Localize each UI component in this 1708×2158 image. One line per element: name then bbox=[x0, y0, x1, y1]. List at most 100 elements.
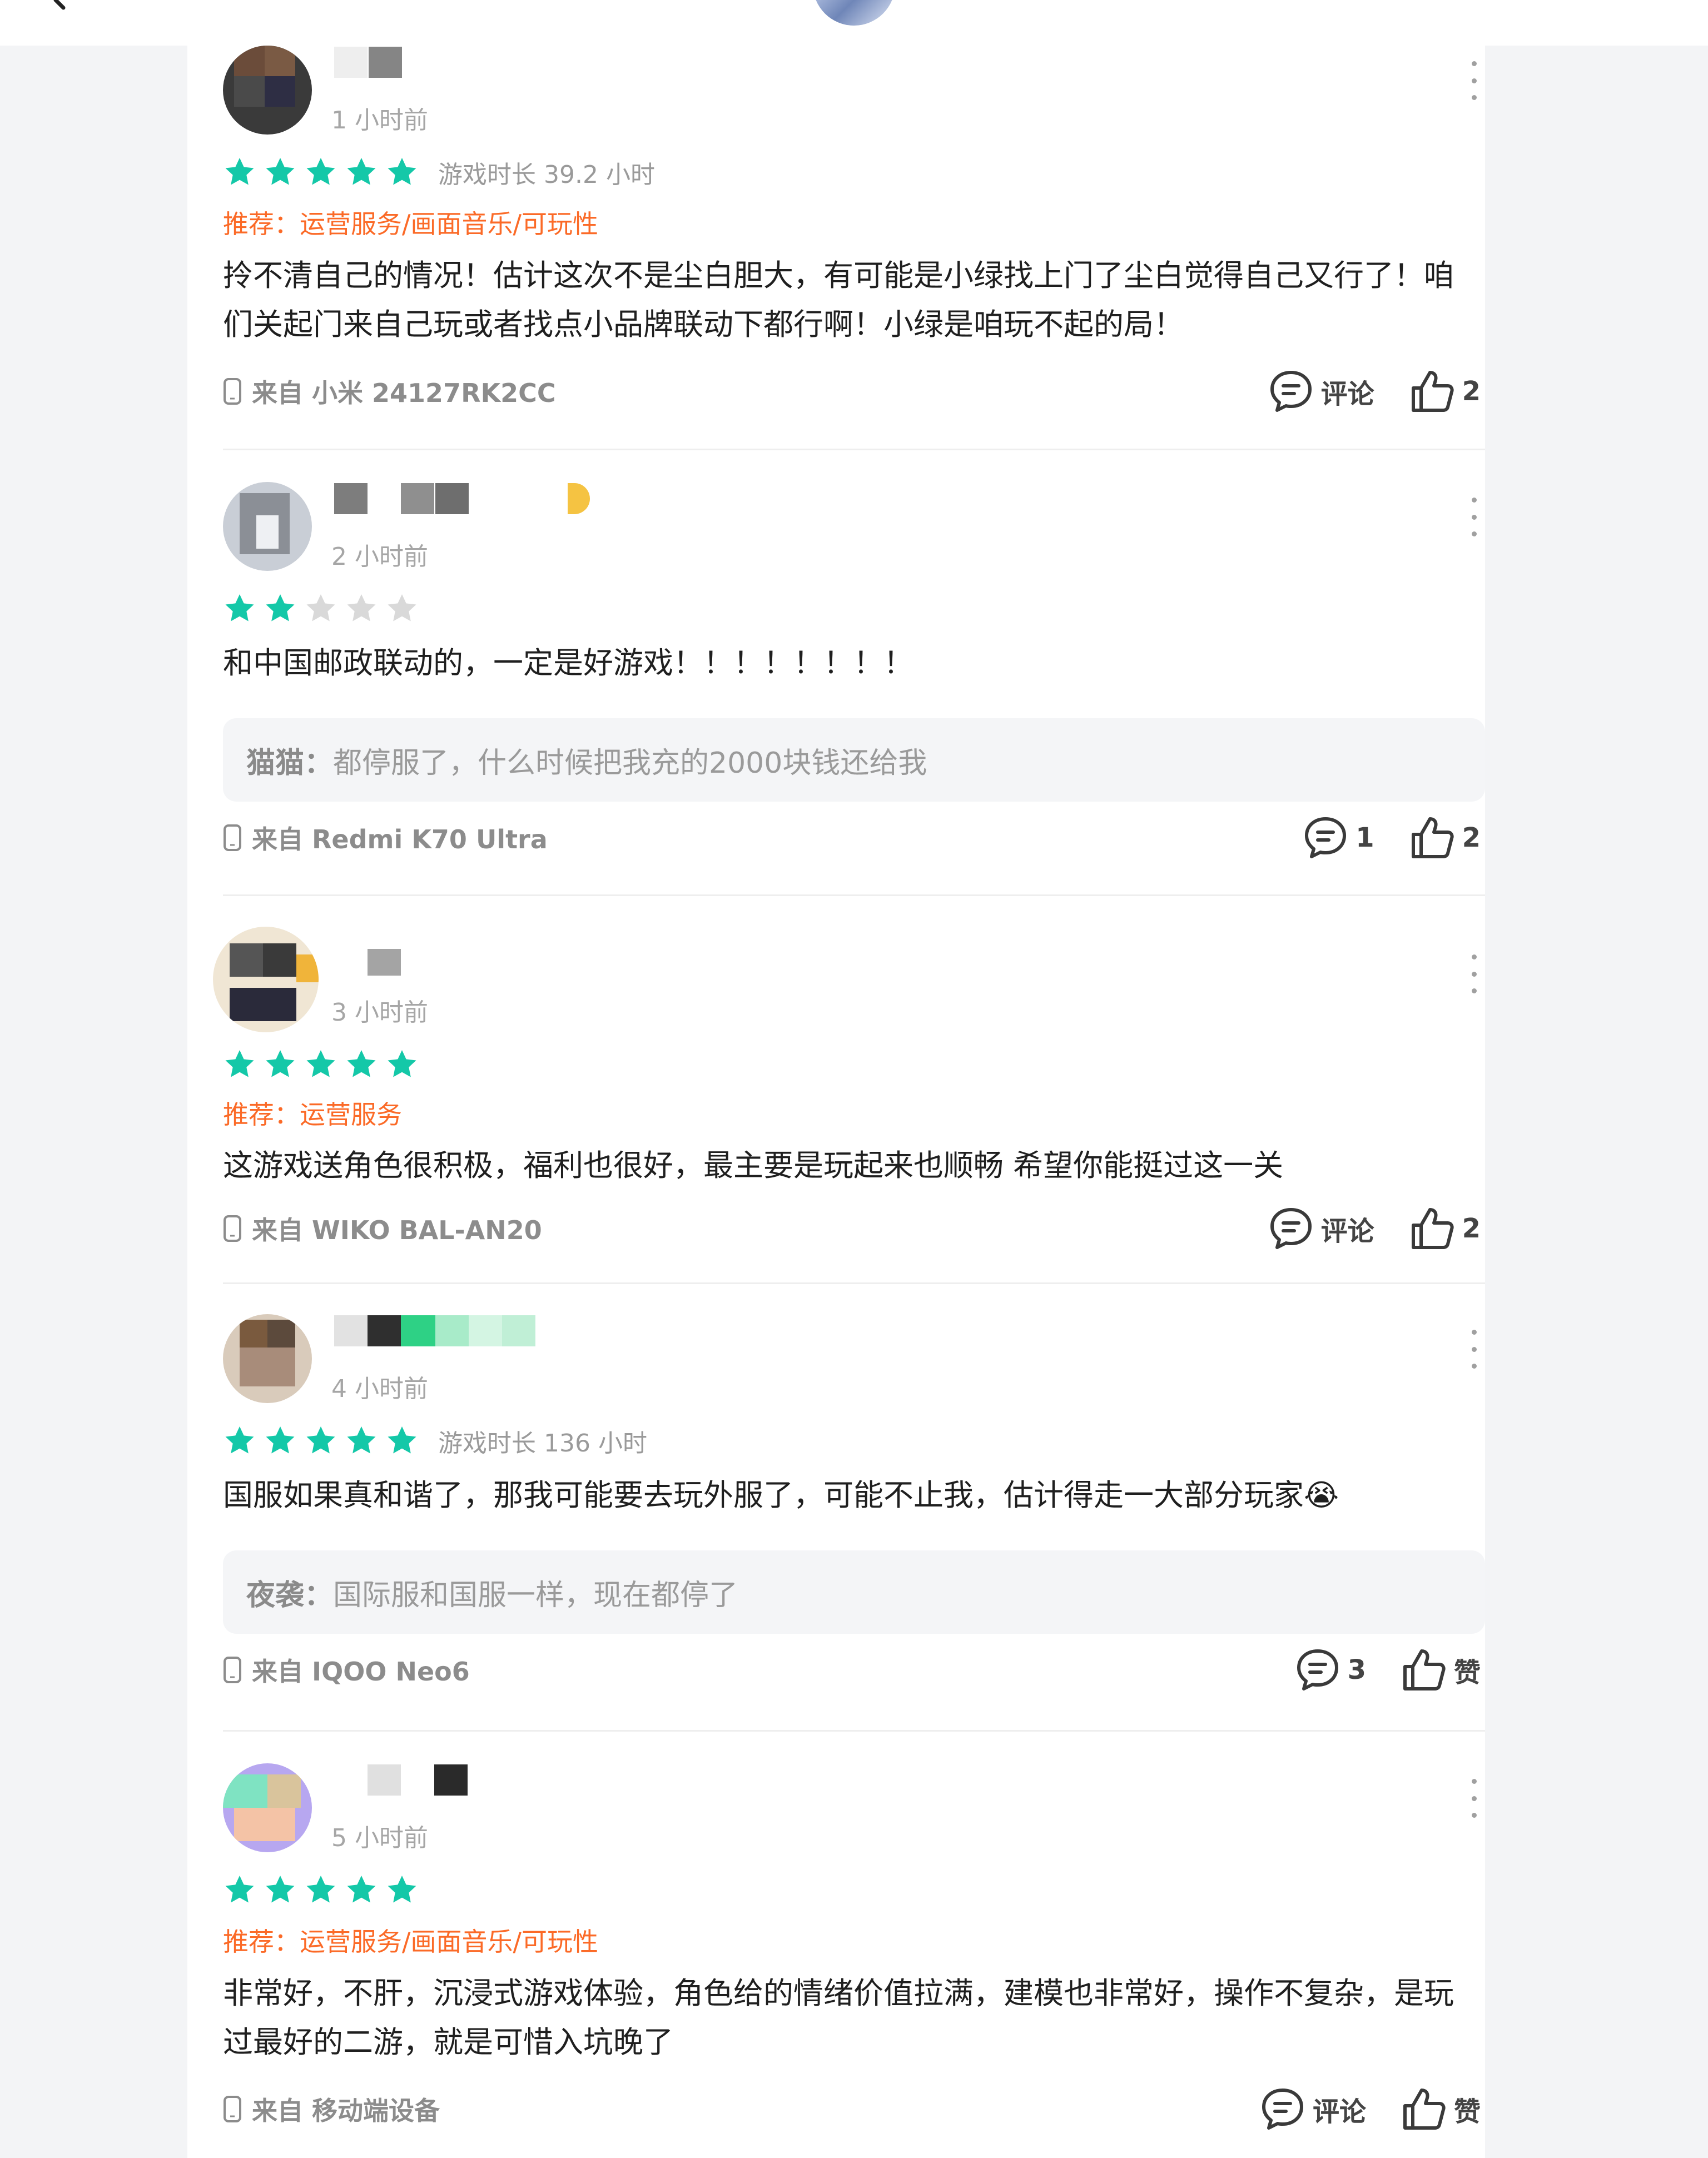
divider bbox=[223, 1730, 1485, 1732]
star-icon bbox=[347, 594, 376, 621]
star-rating bbox=[223, 1048, 426, 1081]
review-time: 5 小时前 bbox=[331, 1824, 428, 1852]
comment-count: 3 bbox=[1347, 1654, 1366, 1685]
playtime: 游戏时长 39.2 小时 bbox=[438, 161, 655, 189]
comment-button[interactable]: 1 bbox=[1302, 814, 1374, 861]
like-button[interactable]: 2 bbox=[1409, 814, 1481, 861]
avatar[interactable] bbox=[213, 927, 319, 1032]
review-content: 拎不清自己的情况！估计这次不是尘白胆大，有可能是小绿找上门了尘白觉得自己又行了！… bbox=[223, 258, 1454, 342]
device-info: 来自 IQOO Neo6 bbox=[223, 1648, 470, 1692]
star-icon bbox=[266, 1876, 295, 1903]
like-label: 2 bbox=[1462, 1213, 1481, 1244]
phone-icon bbox=[224, 824, 241, 851]
review-time: 1 小时前 bbox=[331, 106, 428, 135]
avatar[interactable] bbox=[223, 1763, 312, 1852]
star-icon bbox=[225, 594, 254, 621]
device-info: 来自 WIKO BAL-AN20 bbox=[223, 1206, 542, 1251]
star-rating: 游戏时长 136 小时 bbox=[223, 1424, 647, 1458]
like-button[interactable]: 赞 bbox=[1401, 2086, 1481, 2132]
comment-icon bbox=[1262, 2089, 1303, 2130]
review-footer: 来自 小米 24127RK2CC 评论 2 bbox=[223, 369, 1485, 414]
star-icon bbox=[306, 594, 335, 621]
more-icon[interactable] bbox=[1463, 1779, 1485, 1818]
comment-icon bbox=[1270, 1208, 1312, 1249]
reply-text: 都停服了，什么时候把我充的2000块钱还给我 bbox=[333, 746, 927, 780]
divider bbox=[223, 1282, 1485, 1284]
phone-icon bbox=[224, 1215, 241, 1242]
phone-icon bbox=[224, 378, 241, 405]
comment-button[interactable]: 评论 bbox=[1259, 2086, 1366, 2132]
back-icon[interactable] bbox=[39, 0, 83, 11]
more-icon[interactable] bbox=[1463, 61, 1485, 100]
star-rating bbox=[223, 592, 426, 625]
recommend-tags: 推荐：运营服务 bbox=[223, 1100, 402, 1130]
avatar[interactable] bbox=[223, 46, 312, 135]
like-button[interactable]: 赞 bbox=[1401, 1647, 1481, 1693]
like-label: 2 bbox=[1462, 822, 1481, 853]
review-content: 非常好，不肝，沉浸式游戏体验，角色给的情绪价值拉满，建模也非常好，操作不复杂，是… bbox=[223, 1976, 1454, 2060]
device-info: 来自 Redmi K70 Ultra bbox=[223, 816, 548, 860]
reply-text: 国际服和国服一样，现在都停了 bbox=[333, 1578, 738, 1612]
like-label: 赞 bbox=[1453, 1657, 1481, 1688]
avatar[interactable] bbox=[223, 1314, 312, 1403]
star-icon bbox=[388, 1426, 416, 1454]
star-icon bbox=[266, 594, 295, 621]
star-icon bbox=[388, 1050, 416, 1077]
username-redacted[interactable] bbox=[334, 1315, 540, 1346]
like-button[interactable]: 2 bbox=[1409, 368, 1481, 415]
recommend-tags: 推荐：运营服务/画面音乐/可玩性 bbox=[223, 209, 598, 239]
thumbs-up-icon bbox=[1411, 371, 1454, 412]
username-redacted[interactable] bbox=[334, 1764, 468, 1796]
star-icon bbox=[306, 1876, 335, 1903]
reply-preview[interactable]: 夜袭： 国际服和国服一样，现在都停了 bbox=[223, 1550, 1485, 1634]
review-time: 2 小时前 bbox=[331, 543, 428, 571]
divider bbox=[223, 894, 1485, 896]
like-button[interactable]: 2 bbox=[1409, 1205, 1481, 1252]
comment-button[interactable]: 评论 bbox=[1268, 368, 1374, 415]
comment-button[interactable]: 3 bbox=[1294, 1647, 1366, 1693]
star-icon bbox=[388, 1876, 416, 1903]
device-label: 来自 Redmi K70 Ultra bbox=[252, 824, 548, 854]
comment-label: 评论 bbox=[1320, 379, 1374, 410]
thumbs-up-icon bbox=[1403, 2089, 1446, 2130]
star-icon bbox=[347, 1050, 376, 1077]
username-redacted[interactable] bbox=[334, 483, 623, 514]
avatar[interactable] bbox=[223, 482, 312, 571]
star-icon bbox=[388, 594, 416, 621]
more-icon[interactable] bbox=[1463, 954, 1485, 993]
star-icon bbox=[347, 1426, 376, 1454]
star-icon bbox=[225, 1050, 254, 1077]
header-avatar[interactable] bbox=[813, 0, 895, 26]
more-icon[interactable] bbox=[1463, 498, 1485, 536]
more-icon[interactable] bbox=[1463, 1330, 1485, 1369]
comment-button[interactable]: 评论 bbox=[1268, 1205, 1374, 1252]
username-redacted[interactable] bbox=[334, 47, 406, 78]
top-bar bbox=[0, 0, 1708, 46]
device-label: 来自 IQOO Neo6 bbox=[252, 1657, 470, 1687]
phone-icon bbox=[224, 2096, 241, 2122]
star-rating: 游戏时长 39.2 小时 bbox=[223, 156, 655, 189]
device-label: 来自 WIKO BAL-AN20 bbox=[252, 1215, 542, 1245]
comment-icon bbox=[1270, 371, 1312, 412]
device-label: 来自 移动端设备 bbox=[252, 2096, 440, 2126]
reply-user: 夜袭： bbox=[246, 1578, 334, 1612]
recommend-tags: 推荐：运营服务/画面音乐/可玩性 bbox=[223, 1927, 598, 1957]
username-redacted[interactable] bbox=[334, 949, 406, 980]
star-icon bbox=[306, 158, 335, 185]
phone-icon bbox=[224, 1657, 241, 1683]
comment-count: 1 bbox=[1356, 822, 1374, 853]
star-icon bbox=[347, 1876, 376, 1903]
review-content: 这游戏送角色很积极，福利也很好，最主要是玩起来也顺畅 希望你能挺过这一关 bbox=[223, 1148, 1284, 1183]
thumbs-up-icon bbox=[1411, 817, 1454, 858]
divider bbox=[223, 449, 1485, 450]
reply-preview[interactable]: 猫猫： 都停服了，什么时候把我充的2000块钱还给我 bbox=[223, 718, 1485, 802]
star-icon bbox=[266, 1050, 295, 1077]
comment-icon bbox=[1297, 1649, 1338, 1690]
reviews-panel: 1 小时前 游戏时长 39.2 小时 推荐：运营服务/画面音乐/可玩性 拎不清自… bbox=[187, 46, 1485, 2158]
star-icon bbox=[225, 158, 254, 185]
star-icon bbox=[347, 158, 376, 185]
star-icon bbox=[225, 1426, 254, 1454]
review-footer: 来自 WIKO BAL-AN20 评论 2 bbox=[223, 1206, 1485, 1251]
review-content: 和中国邮政联动的，一定是好游戏！！！！！！！！ bbox=[223, 645, 913, 680]
like-label: 2 bbox=[1462, 376, 1481, 407]
